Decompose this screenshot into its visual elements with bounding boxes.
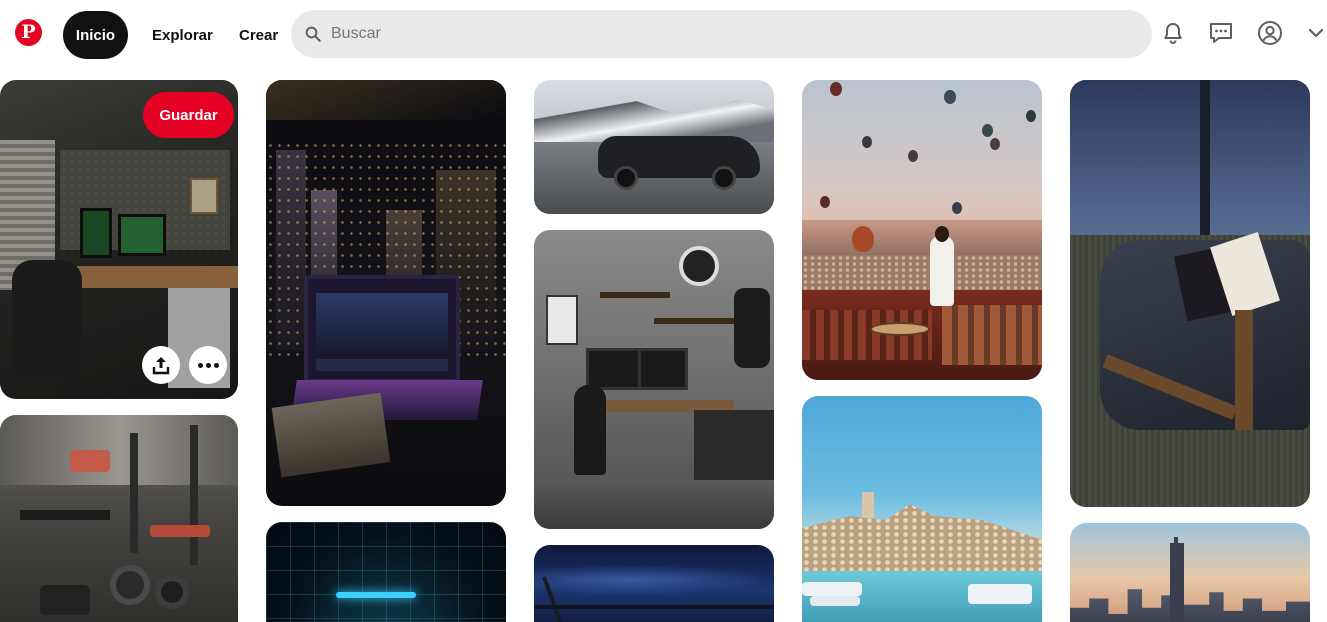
pin-travel-bag-passport[interactable] <box>1070 80 1310 507</box>
pin-night-bridge[interactable] <box>534 545 774 622</box>
top-navigation-bar: P Inicio Explorar Crear <box>0 0 1327 72</box>
user-icon[interactable] <box>1257 20 1283 46</box>
pin-sports-car-mountains[interactable] <box>534 80 774 214</box>
search-input[interactable] <box>331 25 1111 43</box>
share-icon <box>152 357 170 375</box>
search-icon <box>305 26 321 42</box>
more-icon <box>197 362 219 368</box>
pin-city-skyline[interactable] <box>1070 523 1310 622</box>
pin-desk-setup-gray[interactable] <box>534 230 774 529</box>
search-bar[interactable] <box>291 10 1152 58</box>
pin-desk-setup-plants[interactable]: Guardar <box>0 80 238 399</box>
nav-home-button[interactable]: Inicio <box>63 11 128 59</box>
bell-icon[interactable] <box>1160 20 1186 46</box>
nav-explore-link[interactable]: Explorar <box>152 11 213 59</box>
pin-laptop-city-night[interactable] <box>266 80 506 506</box>
pin-gym-weights[interactable] <box>0 415 238 622</box>
pinterest-logo-icon[interactable]: P <box>15 19 42 46</box>
nav-create-link[interactable]: Crear <box>239 11 278 59</box>
pin-coastal-town[interactable] <box>802 396 1042 622</box>
message-icon[interactable] <box>1208 20 1234 46</box>
more-options-button[interactable] <box>189 346 227 384</box>
share-button[interactable] <box>142 346 180 384</box>
pin-digital-grid[interactable] <box>266 522 506 622</box>
save-button[interactable]: Guardar <box>143 92 234 138</box>
chevron-down-icon[interactable] <box>1305 20 1327 46</box>
pin-hot-air-balloons[interactable] <box>802 80 1042 380</box>
